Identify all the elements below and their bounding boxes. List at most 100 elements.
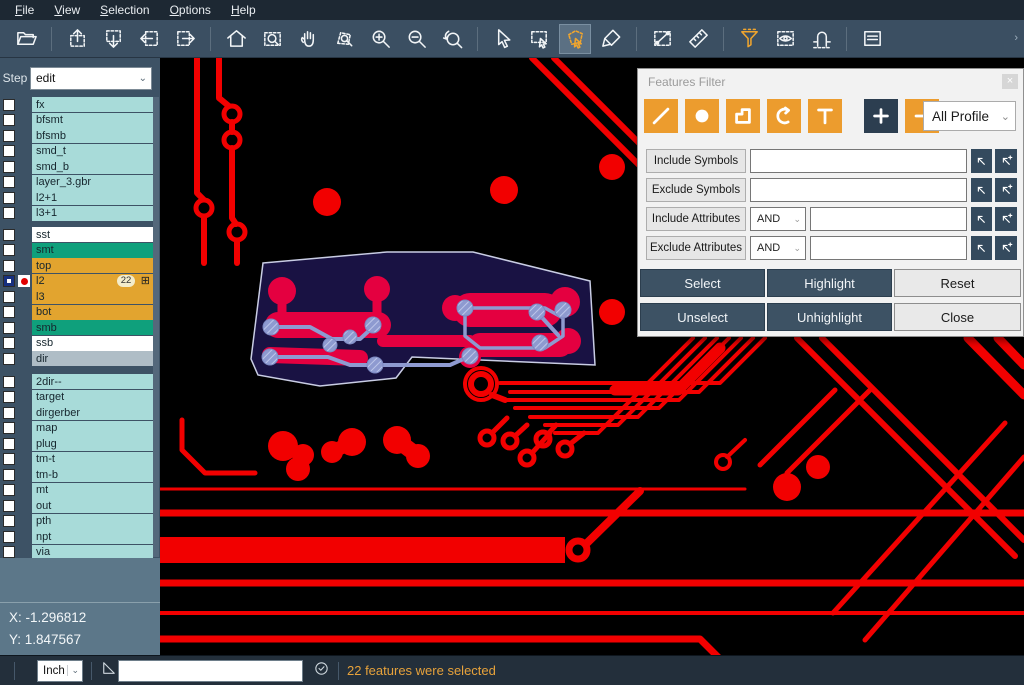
layer-checkbox[interactable] <box>3 353 15 365</box>
layer-name[interactable]: l3+1 <box>32 206 153 221</box>
draw-line-button[interactable] <box>644 99 678 133</box>
layer-row-ssb[interactable]: ssb <box>0 336 153 351</box>
pick-from-canvas-button[interactable] <box>971 236 992 260</box>
layers-panel-button[interactable] <box>856 24 888 54</box>
layer-row-pth[interactable]: pth <box>0 514 153 529</box>
layer-name[interactable]: plug <box>32 436 153 451</box>
layer-checkbox[interactable] <box>3 99 15 111</box>
filter-row-label[interactable]: Include Attributes <box>646 207 746 231</box>
pan-right-button[interactable] <box>169 24 201 54</box>
layer-row-tm-b[interactable]: tm-b <box>0 467 153 482</box>
refresh-check-icon[interactable] <box>313 660 330 682</box>
layer-row-l2+1[interactable]: l2+1 <box>0 190 153 205</box>
layer-row-bot[interactable]: bot <box>0 305 153 320</box>
layer-name[interactable]: smd_b <box>32 159 153 174</box>
angle-snap-icon[interactable] <box>100 659 118 682</box>
layer-row-l3[interactable]: l3 <box>0 289 153 304</box>
filter-row-label[interactable]: Include Symbols <box>646 149 746 173</box>
layer-checkbox[interactable] <box>3 337 15 349</box>
layer-name[interactable]: bot <box>32 305 153 320</box>
snap-magnet-button[interactable] <box>805 24 837 54</box>
highlight-button[interactable]: Highlight <box>767 269 892 297</box>
layer-checkbox[interactable] <box>3 531 15 543</box>
logic-select[interactable]: AND⌄ <box>750 236 806 260</box>
layer-checkbox[interactable] <box>3 500 15 512</box>
zoom-in-button[interactable] <box>364 24 396 54</box>
command-input[interactable] <box>118 660 303 682</box>
layer-checkbox[interactable] <box>3 322 15 334</box>
layer-checkbox[interactable] <box>3 438 15 450</box>
menu-view[interactable]: View <box>45 1 89 19</box>
layer-name[interactable]: bfsmb <box>32 128 153 143</box>
pick-add-button[interactable] <box>995 178 1017 202</box>
layer-checkbox[interactable] <box>3 229 15 241</box>
layer-checkbox[interactable] <box>3 207 15 219</box>
select-polygon-button[interactable] <box>559 24 591 54</box>
layer-name[interactable]: dir <box>32 351 153 366</box>
filter-value-input[interactable] <box>810 207 967 231</box>
layer-row-plug[interactable]: plug <box>0 436 153 451</box>
menu-help[interactable]: Help <box>222 1 265 19</box>
add-filter-button[interactable] <box>864 99 898 133</box>
layer-row-smd_b[interactable]: smd_b <box>0 159 153 174</box>
layer-name[interactable]: 2dir-- <box>32 374 153 389</box>
layer-name[interactable]: smt <box>32 243 153 258</box>
layer-row-2dir--[interactable]: 2dir-- <box>0 374 153 389</box>
layer-name[interactable]: layer_3.gbr <box>32 175 153 190</box>
menu-options[interactable]: Options <box>161 1 220 19</box>
layer-checkbox[interactable] <box>3 291 15 303</box>
step-select[interactable]: edit ⌄ <box>30 67 152 90</box>
layer-row-dir[interactable]: dir <box>0 351 153 366</box>
layer-row-target[interactable]: target <box>0 390 153 405</box>
filter-row-label[interactable]: Exclude Attributes <box>646 236 746 260</box>
dialog-close-button[interactable]: × <box>1002 74 1018 89</box>
layer-name[interactable]: tm-b <box>32 467 153 482</box>
select-button[interactable]: Select <box>640 269 765 297</box>
pan-left-button[interactable] <box>133 24 165 54</box>
select-cursor-button[interactable] <box>487 24 519 54</box>
layer-row-top[interactable]: top <box>0 258 153 273</box>
layer-name[interactable]: tm-t <box>32 452 153 467</box>
layer-checkbox[interactable] <box>3 515 15 527</box>
layer-checkbox[interactable] <box>3 376 15 388</box>
layer-checkbox[interactable] <box>3 306 15 318</box>
layer-row-out[interactable]: out <box>0 498 153 513</box>
layer-checkbox[interactable] <box>3 391 15 403</box>
layer-name[interactable]: fx <box>32 97 153 112</box>
layer-name[interactable]: l3 <box>32 289 153 304</box>
layer-row-map[interactable]: map <box>0 421 153 436</box>
filter-row-label[interactable]: Exclude Symbols <box>646 178 746 202</box>
layer-checkbox[interactable] <box>3 484 15 496</box>
filter-value-input[interactable] <box>750 149 967 173</box>
hand-pan-button[interactable] <box>292 24 324 54</box>
layer-name[interactable]: bfsmt <box>32 113 153 128</box>
layer-checkbox[interactable] <box>3 161 15 173</box>
layer-row-l3+1[interactable]: l3+1 <box>0 206 153 221</box>
profile-select[interactable]: All Profile ⌄ <box>923 101 1016 131</box>
layer-name[interactable]: map <box>32 421 153 436</box>
reset-button[interactable]: Reset <box>894 269 1021 297</box>
layer-checkbox[interactable] <box>3 130 15 142</box>
pick-add-button[interactable] <box>995 236 1017 260</box>
view-eye-button[interactable] <box>769 24 801 54</box>
unselect-button[interactable]: Unselect <box>640 303 765 331</box>
layer-name[interactable]: sst <box>32 227 153 242</box>
zoom-previous-button[interactable] <box>436 24 468 54</box>
layer-row-tm-t[interactable]: tm-t <box>0 452 153 467</box>
pick-add-button[interactable] <box>995 149 1017 173</box>
grid-icon[interactable]: ⊞ <box>141 274 150 289</box>
logic-select[interactable]: AND⌄ <box>750 207 806 231</box>
layers-scrollbar[interactable] <box>153 97 159 557</box>
toolbar-overflow-chevron[interactable]: › <box>1014 32 1018 44</box>
filter-value-input[interactable] <box>750 178 967 202</box>
layer-name[interactable]: out <box>32 498 153 513</box>
menu-file[interactable]: File <box>6 1 43 19</box>
layer-row-smd_t[interactable]: smd_t <box>0 144 153 159</box>
folder-open-button[interactable] <box>10 24 42 54</box>
ruler-button[interactable] <box>682 24 714 54</box>
close-button[interactable]: Close <box>894 303 1021 331</box>
menu-selection[interactable]: Selection <box>91 1 158 19</box>
layer-checkbox[interactable] <box>3 453 15 465</box>
draw-text-button[interactable] <box>808 99 842 133</box>
home-view-button[interactable] <box>220 24 252 54</box>
